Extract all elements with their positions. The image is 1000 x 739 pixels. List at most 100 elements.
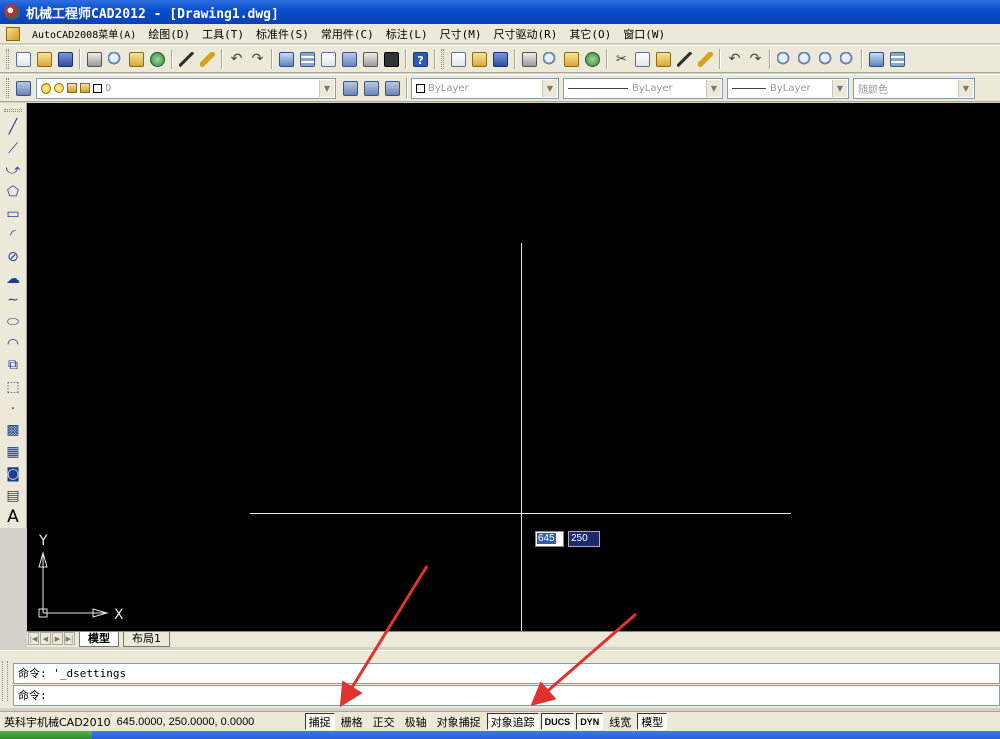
block-editor-button[interactable] [197,49,218,70]
make-current-button[interactable] [340,78,361,99]
menu-annotate[interactable]: 标注(L) [380,26,434,42]
ellipse-button[interactable]: ⬭ [2,311,24,333]
chevron-down-icon[interactable]: ▼ [542,79,557,97]
first-tab-button[interactable]: |◀ [28,632,39,645]
start-button[interactable] [0,731,92,739]
make-block-button[interactable]: ⬚ [2,376,24,398]
help-button[interactable]: ? [410,49,431,70]
toolbar-grip[interactable] [4,109,22,112]
menu-common-parts[interactable]: 常用件(C) [315,26,380,42]
point-button[interactable]: · [2,398,24,420]
copy-button[interactable] [632,49,653,70]
layer-combo[interactable]: 0 ▼ [36,77,336,99]
arc-button[interactable]: ◜ [2,224,24,246]
construction-line-button[interactable]: ⟋ [2,138,24,160]
horizontal-scrollbar[interactable] [868,633,998,645]
app-icon[interactable] [4,4,20,20]
dyn-toggle[interactable]: DYN [576,713,604,730]
polar-toggle[interactable]: 极轴 [401,713,431,730]
next-tab-button[interactable]: ▶ [52,632,63,645]
cut-button[interactable]: ✂ [611,49,632,70]
polyline-button[interactable]: ⤻ [2,159,24,181]
new-button[interactable] [13,49,34,70]
command-window-grip[interactable] [2,661,8,701]
table-button-2[interactable] [887,49,908,70]
insert-block-button[interactable]: ⧉ [2,355,24,377]
grid-toggle[interactable]: 栅格 [337,713,367,730]
hatch-button[interactable]: ▩ [2,420,24,442]
tab-layout1[interactable]: 布局1 [123,632,170,647]
snap-toggle[interactable]: 捕捉 [304,713,335,730]
toolbar-grip[interactable] [6,49,9,69]
polygon-button[interactable]: ⬠ [2,181,24,203]
rectangle-button[interactable]: ▭ [2,203,24,225]
preview-button-2[interactable] [540,49,561,70]
new-button-2[interactable] [448,49,469,70]
color-combo[interactable]: ByLayer ▼ [411,77,559,99]
menu-standard-parts[interactable]: 标准件(S) [250,26,315,42]
web-button[interactable] [147,49,168,70]
layer-states-button[interactable] [382,78,403,99]
chevron-down-icon[interactable]: ▼ [319,79,334,97]
redo-button[interactable]: ↷ [247,49,268,70]
menu-window[interactable]: 窗口(W) [617,26,671,42]
layer-previous-button[interactable] [361,78,382,99]
palette-button[interactable] [276,49,297,70]
lineweight-toggle[interactable]: 线宽 [605,713,635,730]
command-input[interactable]: 命令: [13,685,1000,706]
pan-button[interactable] [774,49,795,70]
zoom-realtime-button[interactable] [795,49,816,70]
linetype-combo[interactable]: ByLayer ▼ [563,77,723,99]
zoom-previous-button[interactable] [837,49,858,70]
markup-button[interactable] [360,49,381,70]
toolbar-grip[interactable] [441,49,444,69]
design-center-button[interactable] [318,49,339,70]
last-tab-button[interactable]: ▶| [64,632,75,645]
line-tool-button[interactable]: ╱ [2,116,24,138]
redo-button-2[interactable]: ↷ [745,49,766,70]
publish-button-2[interactable] [561,49,582,70]
table-tool-button[interactable]: ▤ [2,485,24,507]
chevron-down-icon[interactable]: ▼ [706,79,721,97]
properties-button[interactable] [866,49,887,70]
document-icon[interactable] [6,26,20,41]
otrack-toggle[interactable]: 对象追踪 [486,713,539,730]
save-button[interactable] [55,49,76,70]
match-properties-button[interactable] [176,49,197,70]
plotstyle-combo[interactable]: 随颜色 ▼ [853,77,975,99]
layer-manager-button[interactable] [13,78,34,99]
model-toggle[interactable]: 模型 [637,713,668,730]
menu-dimension[interactable]: 尺寸(M) [434,26,488,42]
undo-button[interactable]: ↶ [226,49,247,70]
osnap-toggle[interactable]: 对象捕捉 [433,713,485,730]
print-button-2[interactable] [519,49,540,70]
spline-button[interactable]: ∼ [2,290,24,312]
tab-model[interactable]: 模型 [79,632,119,647]
menu-dimension-drive[interactable]: 尺寸驱动(R) [488,26,564,42]
ortho-toggle[interactable]: 正交 [369,713,399,730]
circle-button[interactable]: ⊘ [2,246,24,268]
multiline-text-button[interactable]: A [2,506,24,528]
chevron-down-icon[interactable]: ▼ [832,79,847,97]
menu-draw[interactable]: 绘图(D) [142,26,196,42]
paste-button[interactable] [653,49,674,70]
lineweight-combo[interactable]: ByLayer ▼ [727,77,849,99]
menu-tools[interactable]: 工具(T) [196,26,250,42]
calculator-button[interactable] [381,49,402,70]
menu-autocad2008[interactable]: AutoCAD2008菜单(A) [26,26,142,41]
drawing-canvas[interactable]: 645 250 Y X [27,103,1000,631]
undo-button-2[interactable]: ↶ [724,49,745,70]
publish-button[interactable] [126,49,147,70]
table-button[interactable] [297,49,318,70]
open-button[interactable] [34,49,55,70]
ellipse-arc-button[interactable]: ◠ [2,333,24,355]
match-properties-button-2[interactable] [674,49,695,70]
save-button-2[interactable] [490,49,511,70]
preview-button[interactable] [105,49,126,70]
dynamic-input-y[interactable]: 250 [568,531,600,547]
chevron-down-icon[interactable]: ▼ [958,79,973,97]
print-button[interactable] [84,49,105,70]
open-button-2[interactable] [469,49,490,70]
gradient-button[interactable]: ▦ [2,441,24,463]
toolbar-grip[interactable] [6,78,9,98]
